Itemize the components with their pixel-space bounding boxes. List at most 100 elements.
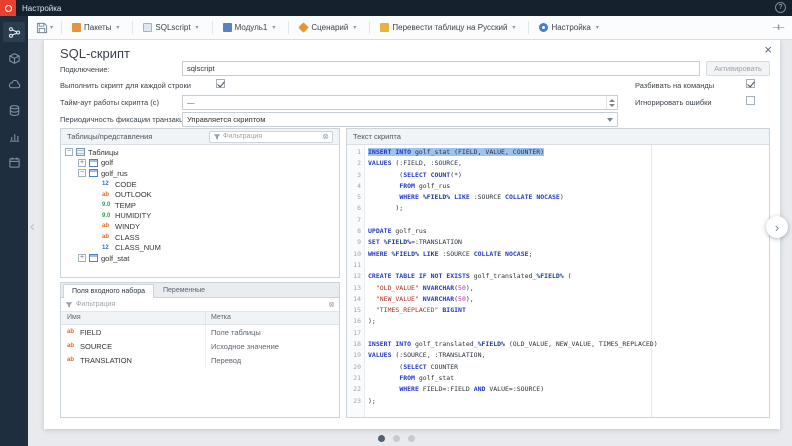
sidebar-item-connections[interactable] <box>3 100 25 120</box>
tree-item-class[interactable]: abCLASS <box>61 232 339 243</box>
tree-item-class_num[interactable]: 12CLASS_NUM <box>61 242 339 253</box>
tree-item-golf_rus[interactable]: − golf_rus <box>61 168 339 179</box>
package-icon <box>72 23 81 32</box>
code-line[interactable]: ); <box>368 396 769 407</box>
toolbar-item-module[interactable]: Модуль1▾ <box>218 16 284 39</box>
tree-item-code[interactable]: 12CODE <box>61 179 339 190</box>
stepper-arrows[interactable] <box>606 96 617 109</box>
table-row[interactable]: abSOURCEИсходное значение <box>61 339 339 353</box>
code-line[interactable]: SET %FIELD%=:TRANSLATION <box>368 237 769 248</box>
table-row[interactable]: abTRANSLATIONПеревод <box>61 353 339 367</box>
page-dot-2[interactable] <box>393 435 400 442</box>
collapse-icon[interactable]: − <box>78 169 86 177</box>
tree-item-temp[interactable]: 9.0TEMP <box>61 200 339 211</box>
split-commands-checkbox[interactable] <box>746 79 755 88</box>
line-number: 6 <box>347 203 364 214</box>
tree-item-golf_stat[interactable]: +golf_stat <box>61 253 339 264</box>
code-line-text: VALUES (:SOURCE, :TRANSLATION, <box>368 351 485 359</box>
save-button[interactable] <box>36 22 48 34</box>
code-line[interactable]: CREATE TABLE IF NOT EXISTS golf_translat… <box>368 271 769 282</box>
str-type-icon: ab <box>102 192 113 198</box>
timeout-stepper[interactable]: — <box>182 95 618 110</box>
code-line-text <box>368 261 372 269</box>
tab-variables[interactable]: Переменные <box>154 283 214 297</box>
code-line[interactable]: INSERT INTO golf_stat (FIELD, VALUE, COU… <box>368 147 769 158</box>
code-line[interactable]: WHERE FIELD=:FIELD AND VALUE=:SOURCE) <box>368 384 769 395</box>
code-line[interactable]: WHERE %FIELD% LIKE :SOURCE COLLATE NOCAS… <box>368 249 769 260</box>
code-line[interactable]: VALUES (:FIELD, :SOURCE, <box>368 158 769 169</box>
connection-input[interactable] <box>182 61 700 76</box>
code-line[interactable]: WHERE %FIELD% LIKE :SOURCE COLLATE NOCAS… <box>368 192 769 203</box>
code-line[interactable]: "NEW_VALUE" NVARCHAR(50), <box>368 294 769 305</box>
code-line[interactable]: "TIMES_REPLACED" BIGINT <box>368 305 769 316</box>
sidebar-item-cloud[interactable] <box>3 74 25 94</box>
column-header-label[interactable]: Метка <box>206 312 339 324</box>
tables-filter-input[interactable] <box>223 133 320 140</box>
column-header-name[interactable]: Имя <box>61 312 206 324</box>
clear-filter-icon[interactable]: ⊗ <box>328 301 335 309</box>
tab-input-fields[interactable]: Поля входного набора <box>63 284 154 298</box>
code-line[interactable]: VALUES (:SOURCE, :TRANSLATION, <box>368 350 769 361</box>
tree-item-таблицы[interactable]: −Таблицы <box>61 147 339 158</box>
sidebar-item-schedule[interactable] <box>3 152 25 172</box>
code-line[interactable]: (SELECT COUNTER <box>368 362 769 373</box>
tree-item-outlook[interactable]: abOUTLOOK <box>61 189 339 200</box>
editor-code-wrap: INSERT INTO golf_stat (FIELD, VALUE, COU… <box>365 145 769 417</box>
toolbar-item-sqlscript-package[interactable]: SQLscript▾ <box>138 16 206 39</box>
exec-each-row-checkbox[interactable] <box>216 79 225 88</box>
code-line[interactable]: FROM golf_stat <box>368 373 769 384</box>
toolbar-item-settings[interactable]: Настройка▾ <box>534 16 606 39</box>
activate-button[interactable]: Активировать <box>706 61 770 76</box>
tree-item-humidity[interactable]: 9.0HUMIDITY <box>61 211 339 222</box>
code-line[interactable]: ); <box>368 203 769 214</box>
toolbar-item-packages[interactable]: Пакеты▾ <box>67 16 127 39</box>
code-line-text: UPDATE golf_rus <box>368 227 427 235</box>
code-line-text: ); <box>368 397 376 405</box>
line-number: 5 <box>347 192 364 203</box>
toolbar-item-translate-node[interactable]: Перевести таблицу на Русский▾ <box>375 16 523 39</box>
line-number: 23 <box>347 396 364 407</box>
code-line[interactable]: ); <box>368 316 769 327</box>
line-number: 2 <box>347 158 364 169</box>
code-line[interactable]: (SELECT COUNT(*) <box>368 170 769 181</box>
expand-icon[interactable]: + <box>78 159 86 167</box>
sidebar-item-packages[interactable] <box>3 48 25 68</box>
sidebar-item-flows[interactable] <box>3 22 25 42</box>
table-row[interactable]: abFIELDПоле таблицы <box>61 325 339 339</box>
next-page-chevron[interactable]: › <box>766 216 788 238</box>
tree-item-windy[interactable]: abWINDY <box>61 221 339 232</box>
toolbar-item-scenario[interactable]: Сценарий▾ <box>294 16 364 39</box>
close-icon[interactable]: × <box>764 42 772 58</box>
tables-panel: Таблицы/представления ⊗ −Таблицы+golf−go… <box>60 128 340 278</box>
code-line[interactable] <box>368 328 769 339</box>
code-line[interactable]: FROM golf_rus <box>368 181 769 192</box>
fields-filter-input[interactable] <box>76 301 325 308</box>
module-icon <box>223 23 232 32</box>
toolbar-separator <box>212 21 213 34</box>
code-line[interactable] <box>368 260 769 271</box>
help-icon[interactable]: ? <box>775 2 786 13</box>
editor-header: Текст скрипта <box>347 129 769 145</box>
editor-code[interactable]: INSERT INTO golf_stat (FIELD, VALUE, COU… <box>365 145 769 407</box>
expand-icon[interactable]: + <box>78 254 86 262</box>
ignore-errors-checkbox[interactable] <box>746 96 755 105</box>
str-type-icon: ab <box>102 234 113 240</box>
line-number: 1 <box>347 147 364 158</box>
tree-item-label: golf_rus <box>101 169 128 178</box>
clear-filter-icon[interactable]: ⊗ <box>322 133 329 141</box>
chevron-down-icon[interactable]: ▾ <box>50 24 53 31</box>
code-line[interactable]: UPDATE golf_rus <box>368 226 769 237</box>
sidebar-item-reports[interactable] <box>3 126 25 146</box>
page-dot-1[interactable] <box>378 435 385 442</box>
app-logo[interactable] <box>0 0 16 16</box>
code-line[interactable]: INSERT INTO golf_translated_%FIELD% (OLD… <box>368 339 769 350</box>
code-line[interactable]: "OLD_VALUE" NVARCHAR(50), <box>368 283 769 294</box>
commit-select[interactable]: Управляется скриптом <box>182 112 618 127</box>
tree-item-golf[interactable]: +golf <box>61 158 339 169</box>
sidebar <box>0 16 28 446</box>
expand-panel-icon[interactable]: ⊣⊢ <box>772 23 784 32</box>
code-line[interactable] <box>368 215 769 226</box>
page-dot-3[interactable] <box>408 435 415 442</box>
line-number: 9 <box>347 237 364 248</box>
collapse-icon[interactable]: − <box>65 148 73 156</box>
